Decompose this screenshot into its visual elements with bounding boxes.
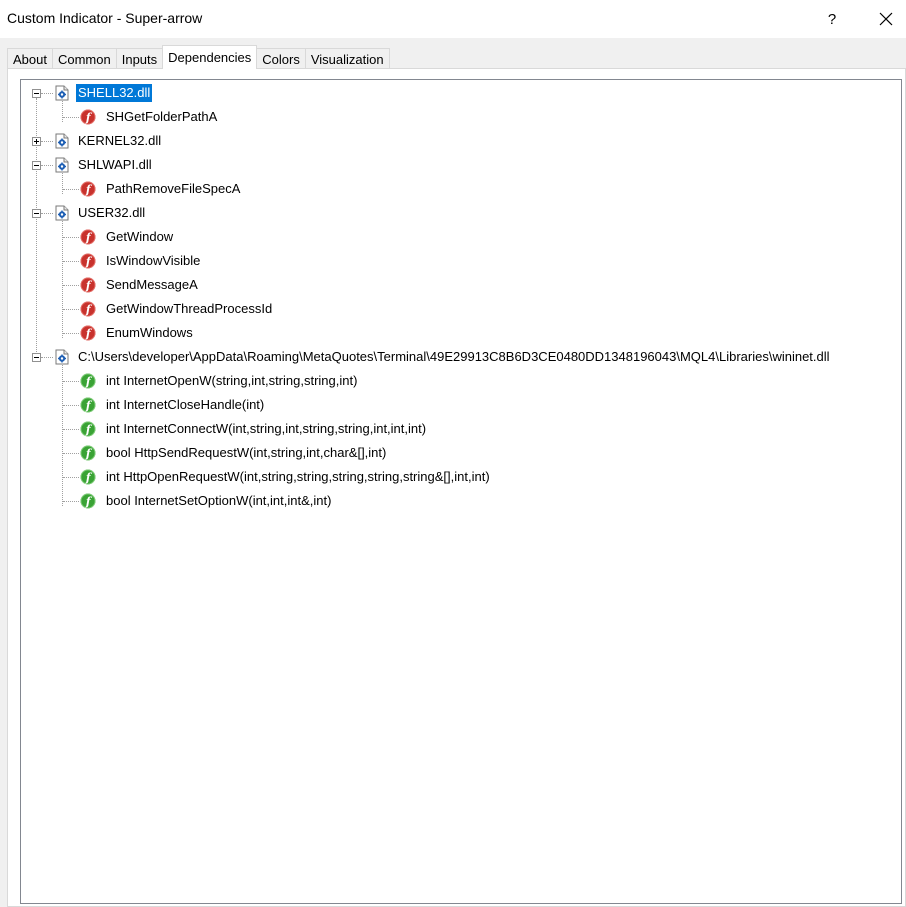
tab-strip: About Common Inputs Dependencies Colors … (7, 45, 390, 69)
tree-connector (41, 213, 53, 214)
dll-gear-icon (55, 349, 69, 365)
tree-connector (41, 93, 53, 94)
tree-item-function[interactable]: f int InternetCloseHandle(int) (80, 393, 266, 417)
tab-colors[interactable]: Colors (256, 48, 306, 69)
expander-shell32[interactable] (32, 89, 41, 98)
expander-kernel32[interactable] (32, 137, 41, 146)
tree-connector (41, 165, 53, 166)
title-bar: Custom Indicator - Super-arrow ? (0, 0, 906, 38)
system-function-icon: f (80, 109, 96, 125)
tree-item-label: SHGetFolderPathA (106, 109, 218, 124)
tree-item-function[interactable]: f SHGetFolderPathA (80, 105, 219, 129)
tree-item-function[interactable]: f int InternetConnectW(int,string,int,st… (80, 417, 428, 441)
tree-item-function[interactable]: f IsWindowVisible (80, 249, 202, 273)
tree-item-wininet[interactable]: C:\Users\developer\AppData\Roaming\MetaQ… (54, 345, 832, 369)
tree-item-function[interactable]: f int HttpOpenRequestW(int,string,string… (80, 465, 492, 489)
library-function-icon: f (80, 445, 96, 461)
tree-item-user32[interactable]: USER32.dll (54, 201, 147, 225)
tree-item-function[interactable]: f bool HttpSendRequestW(int,string,int,c… (80, 441, 388, 465)
window-title: Custom Indicator - Super-arrow (7, 10, 203, 26)
tree-item-label: EnumWindows (106, 325, 193, 340)
tree-connector (63, 189, 79, 190)
tree-connector (63, 477, 79, 478)
tree-item-shlwapi[interactable]: SHLWAPI.dll (54, 153, 154, 177)
tree-item-shell32[interactable]: SHELL32.dll (54, 81, 153, 105)
dependencies-panel: SHELL32.dll f SHGetFolderPathA KERNEL32.… (7, 68, 906, 907)
tree-item-label: C:\Users\developer\AppData\Roaming\MetaQ… (78, 349, 830, 364)
library-function-icon: f (80, 421, 96, 437)
dll-gear-icon (55, 157, 69, 173)
tree-connector (63, 453, 79, 454)
tree-item-function[interactable]: f GetWindow (80, 225, 175, 249)
dialog-body: About Common Inputs Dependencies Colors … (0, 38, 906, 907)
tree-item-label: USER32.dll (78, 205, 146, 220)
tree-item-label: IsWindowVisible (106, 253, 201, 268)
system-function-icon: f (80, 253, 96, 269)
tree-item-label: KERNEL32.dll (78, 133, 162, 148)
system-function-icon: f (80, 277, 96, 293)
expander-user32[interactable] (32, 209, 41, 218)
library-function-icon: f (80, 469, 96, 485)
tree-connector (41, 357, 53, 358)
tree-item-label: int InternetConnectW(int,string,int,stri… (106, 421, 427, 436)
close-icon (879, 12, 893, 26)
tab-common[interactable]: Common (51, 48, 117, 69)
tree-item-label: int HttpOpenRequestW(int,string,string,s… (106, 469, 490, 484)
tree-connector (63, 237, 79, 238)
tree-branch-line (62, 362, 63, 506)
tree-connector (63, 309, 79, 310)
tree-item-label: SHELL32.dll (76, 84, 153, 102)
tree-item-label: GetWindowThreadProcessId (106, 301, 273, 316)
library-function-icon: f (80, 493, 96, 509)
tree-branch-line (62, 218, 63, 338)
system-function-icon: f (80, 301, 96, 317)
tree-item-label: int InternetOpenW(string,int,string,stri… (106, 373, 358, 388)
tree-item-label: bool HttpSendRequestW(int,string,int,cha… (106, 445, 387, 460)
tab-inputs[interactable]: Inputs (115, 48, 164, 69)
tree-item-label: SHLWAPI.dll (78, 157, 152, 172)
tree-connector (63, 261, 79, 262)
system-function-icon: f (80, 325, 96, 341)
system-function-icon: f (80, 181, 96, 197)
tree-connector (63, 429, 79, 430)
tree-connector (63, 381, 79, 382)
expander-shlwapi[interactable] (32, 161, 41, 170)
tree-connector (63, 333, 79, 334)
tree-item-function[interactable]: f EnumWindows (80, 321, 195, 345)
tree-item-function[interactable]: f SendMessageA (80, 273, 200, 297)
tab-visualization[interactable]: Visualization (304, 48, 390, 69)
tree-item-function[interactable]: f GetWindowThreadProcessId (80, 297, 274, 321)
dll-gear-icon (55, 133, 69, 149)
tab-dependencies[interactable]: Dependencies (162, 45, 258, 69)
tree-connector (63, 501, 79, 502)
tree-item-label: int InternetCloseHandle(int) (106, 397, 265, 412)
tree-item-kernel32[interactable]: KERNEL32.dll (54, 129, 163, 153)
tree-item-function[interactable]: f bool InternetSetOptionW(int,int,int&,i… (80, 489, 333, 513)
library-function-icon: f (80, 373, 96, 389)
system-function-icon: f (80, 229, 96, 245)
dependencies-tree[interactable]: SHELL32.dll f SHGetFolderPathA KERNEL32.… (20, 79, 902, 904)
close-button[interactable] (866, 4, 906, 34)
dll-gear-icon (55, 85, 69, 101)
dll-gear-icon (55, 205, 69, 221)
tree-item-label: bool InternetSetOptionW(int,int,int&,int… (106, 493, 332, 508)
tree-item-label: GetWindow (106, 229, 174, 244)
library-function-icon: f (80, 397, 96, 413)
tree-item-function[interactable]: f int InternetOpenW(string,int,string,st… (80, 369, 359, 393)
expander-wininet[interactable] (32, 353, 41, 362)
help-button[interactable]: ? (810, 4, 854, 34)
tree-connector (63, 117, 79, 118)
tree-connector (41, 141, 53, 142)
tab-about[interactable]: About (7, 48, 53, 69)
tree-connector (63, 405, 79, 406)
tree-item-label: PathRemoveFileSpecA (106, 181, 241, 196)
tree-item-function[interactable]: f PathRemoveFileSpecA (80, 177, 242, 201)
tree-item-label: SendMessageA (106, 277, 198, 292)
tree-connector (63, 285, 79, 286)
